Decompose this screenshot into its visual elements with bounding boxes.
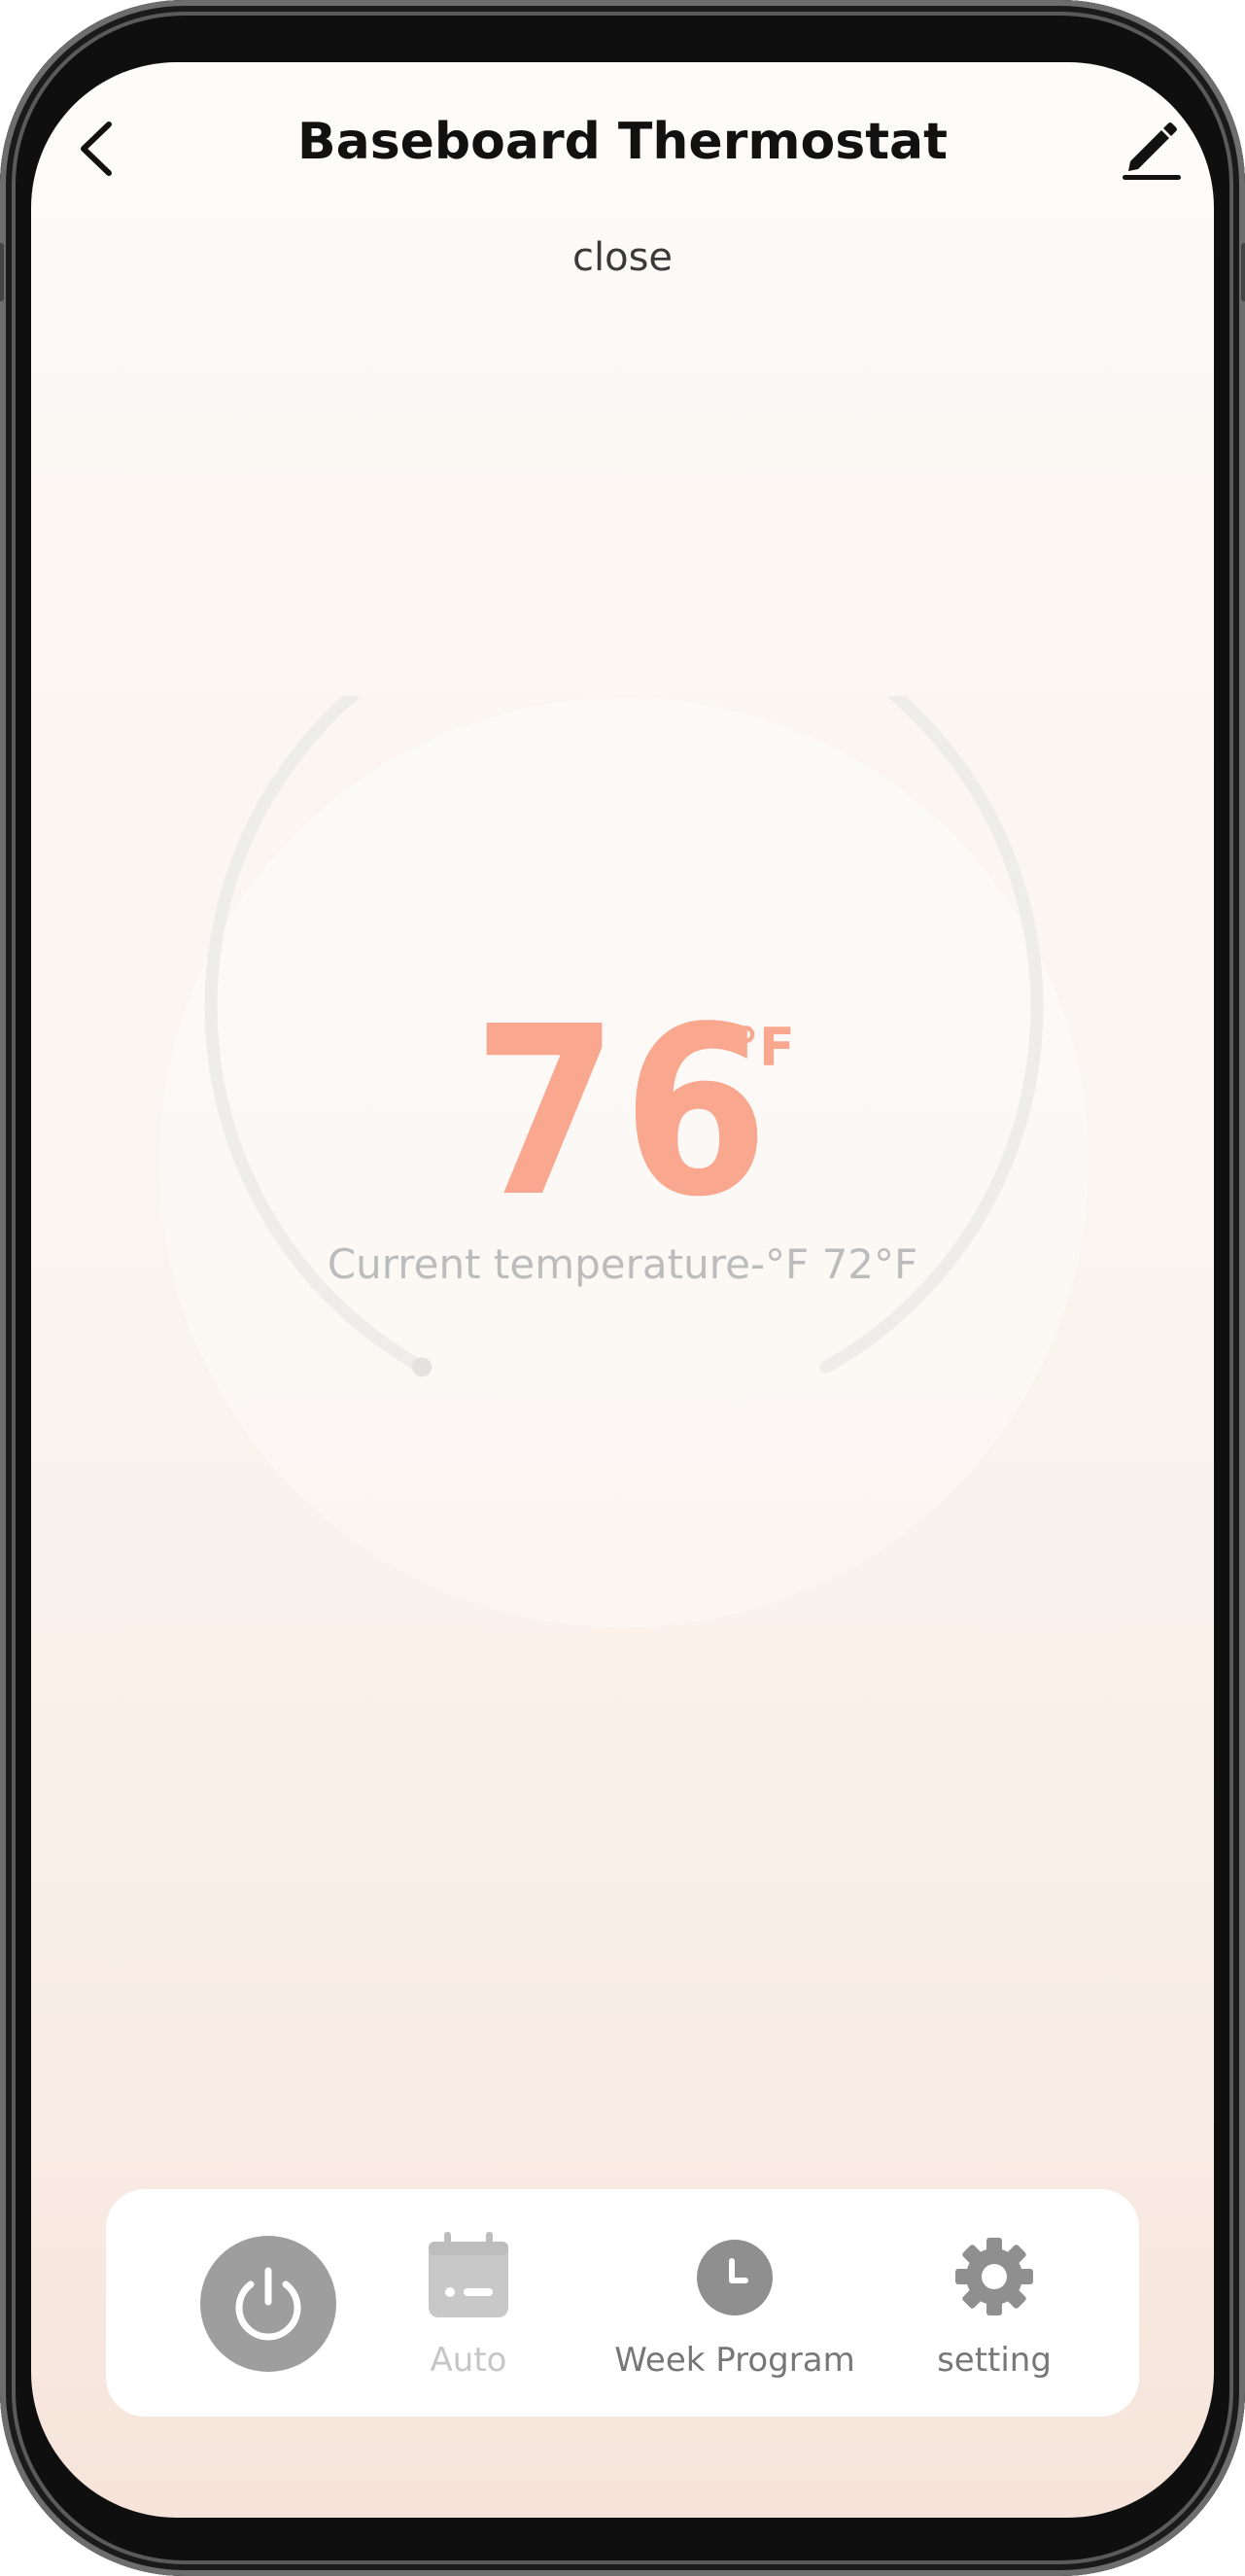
page-title: Baseboard Thermostat xyxy=(296,113,949,171)
bottom-control-bar: Auto Week Program setting xyxy=(106,2189,1139,2417)
side-button-left xyxy=(0,243,4,301)
gear-icon xyxy=(955,2238,1033,2315)
phone-frame: Baseboard Thermostat close 76 °F Current… xyxy=(0,0,1245,2576)
side-button-right xyxy=(1241,243,1245,301)
current-temperature-label: Current temperature-°F 72°F xyxy=(327,1240,918,1288)
power-button[interactable] xyxy=(200,2236,336,2372)
tab-week-program-label: Week Program xyxy=(614,2341,855,2380)
calendar-icon xyxy=(429,2232,508,2317)
tab-setting-label: setting xyxy=(937,2341,1052,2380)
device-status: close xyxy=(571,235,674,280)
set-temperature-value: 76 xyxy=(472,976,773,1248)
power-icon xyxy=(235,2267,301,2341)
clock-icon xyxy=(697,2240,773,2315)
tab-setting[interactable]: setting xyxy=(868,2189,1121,2417)
tab-week-program[interactable]: Week Program xyxy=(608,2189,861,2417)
tab-auto[interactable]: Auto xyxy=(342,2189,595,2417)
app-screen: Baseboard Thermostat close 76 °F Current… xyxy=(31,62,1214,2518)
edit-pencil-icon[interactable] xyxy=(1117,113,1187,183)
temperature-unit: °F xyxy=(733,1017,795,1078)
tab-auto-label: Auto xyxy=(430,2341,507,2380)
